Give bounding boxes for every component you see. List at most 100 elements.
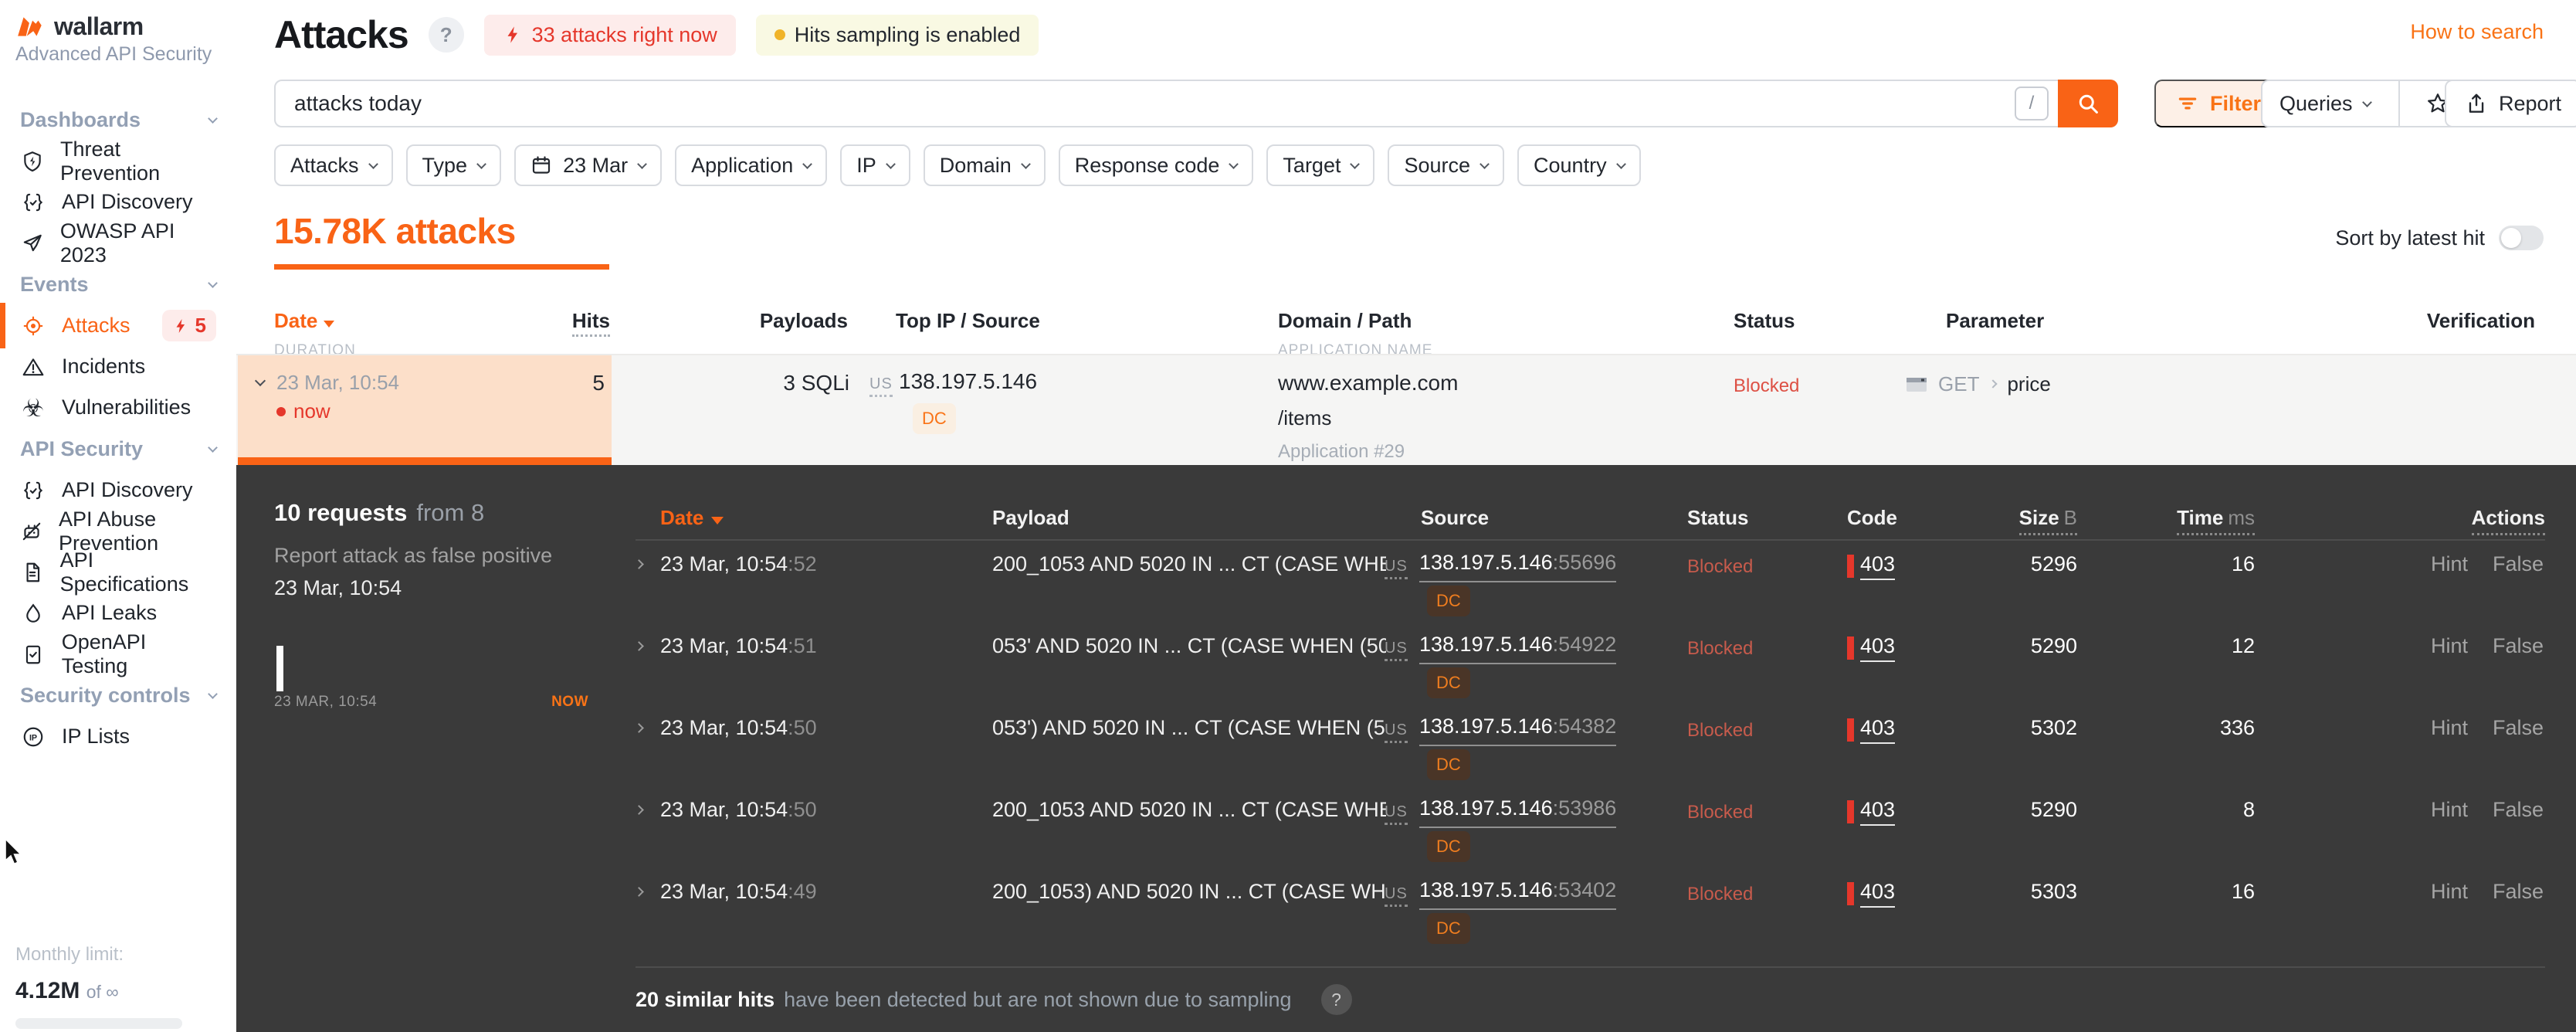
- chevron-down-icon: [1229, 158, 1239, 169]
- hint-action[interactable]: Hint: [2431, 552, 2468, 576]
- expand-chevron-icon[interactable]: [634, 640, 644, 653]
- requests-col-time[interactable]: Time ms: [2154, 506, 2255, 535]
- false-action[interactable]: False: [2493, 552, 2544, 576]
- false-action[interactable]: False: [2493, 716, 2544, 740]
- attack-payloads[interactable]: 3 SQLi: [695, 371, 849, 395]
- request-row[interactable]: 23 Mar, 10:54:51 053' AND 5020 IN ... CT…: [236, 624, 2576, 706]
- request-response-code[interactable]: 403: [1847, 880, 1896, 908]
- chip-attacks[interactable]: Attacks: [274, 144, 393, 186]
- chip-target[interactable]: Target: [1266, 144, 1375, 186]
- attacks-count-badge: 5: [161, 310, 216, 341]
- report-button[interactable]: Report: [2445, 80, 2576, 127]
- section-api-security[interactable]: API Security: [15, 428, 221, 470]
- requests-col-size[interactable]: Size B: [1977, 506, 2077, 535]
- sidebar-item-incidents[interactable]: Incidents: [15, 346, 221, 387]
- false-action[interactable]: False: [2493, 880, 2544, 904]
- request-response-code[interactable]: 403: [1847, 552, 1896, 580]
- wallarm-logo[interactable]: wallarm: [15, 12, 144, 41]
- expand-chevron-icon[interactable]: [634, 885, 644, 899]
- sidebar-item-api-discovery-2[interactable]: API Discovery: [15, 470, 221, 511]
- sidebar-item-api-specifications[interactable]: API Specifications: [15, 548, 221, 596]
- sidebar-item-api-leaks[interactable]: API Leaks: [15, 592, 221, 633]
- datacenter-badge: DC: [1427, 749, 1470, 780]
- request-row[interactable]: 23 Mar, 10:54:50 053') AND 5020 IN ... C…: [236, 706, 2576, 788]
- requests-col-payload: Payload: [992, 506, 1069, 529]
- brand-subtitle: Advanced API Security: [15, 43, 212, 65]
- expand-chevron-icon[interactable]: [634, 558, 644, 572]
- sampling-badge: Hits sampling is enabled: [755, 14, 1039, 56]
- request-response-code[interactable]: 403: [1847, 634, 1896, 662]
- hint-action[interactable]: Hint: [2431, 634, 2468, 658]
- sidebar-item-threat-prevention[interactable]: Threat Prevention: [15, 137, 221, 185]
- request-source-ip[interactable]: 138.197.5.146:54382: [1419, 715, 1617, 746]
- how-to-search-link[interactable]: How to search: [2410, 20, 2544, 44]
- sidebar-item-attacks[interactable]: Attacks 5: [0, 303, 221, 348]
- request-response-code[interactable]: 403: [1847, 798, 1896, 826]
- red-dot-icon: [276, 406, 286, 416]
- request-status: Blocked: [1687, 556, 1754, 577]
- search-button[interactable]: [2058, 80, 2118, 127]
- requests-col-actions[interactable]: Actions: [2445, 506, 2545, 535]
- divider: [636, 539, 2545, 541]
- chevron-down-icon: [208, 442, 218, 453]
- chip-type[interactable]: Type: [405, 144, 502, 186]
- chevron-down-icon: [637, 158, 647, 169]
- attack-status: Blocked: [1734, 375, 1800, 396]
- request-row[interactable]: 23 Mar, 10:54:50 200_1053 AND 5020 IN ..…: [236, 788, 2576, 870]
- braces-check-icon: [20, 191, 46, 214]
- section-security-controls[interactable]: Security controls: [15, 674, 221, 716]
- country-code: US: [1385, 558, 1408, 579]
- chip-country[interactable]: Country: [1517, 144, 1641, 186]
- col-header-date[interactable]: Date DURATION: [274, 309, 356, 359]
- false-action[interactable]: False: [2493, 798, 2544, 822]
- chip-application[interactable]: Application: [675, 144, 828, 186]
- request-row[interactable]: 23 Mar, 10:54:52 200_1053 AND 5020 IN ..…: [236, 542, 2576, 624]
- request-source-ip[interactable]: 138.197.5.146:53402: [1419, 878, 1617, 910]
- col-header-domain-path: Domain / Path APPLICATION NAME: [1278, 309, 1433, 358]
- attack-row[interactable]: 23 Mar, 10:54 now 5 3 SQLi US 138.197.5.…: [236, 354, 2576, 465]
- question-icon[interactable]: ?: [1320, 984, 1352, 1015]
- sidebar-item-vulnerabilities[interactable]: ☣ Vulnerabilities: [15, 387, 221, 428]
- request-source-ip[interactable]: 138.197.5.146:53986: [1419, 796, 1617, 828]
- request-source-ip[interactable]: 138.197.5.146:55696: [1419, 551, 1617, 582]
- chip-ip[interactable]: IP: [840, 144, 910, 186]
- attack-top-ip[interactable]: 138.197.5.146: [899, 369, 1037, 394]
- request-row[interactable]: 23 Mar, 10:54:49 200_1053) AND 5020 IN .…: [236, 870, 2576, 952]
- expand-chevron-icon[interactable]: [634, 721, 644, 735]
- chevron-down-icon: [208, 113, 218, 124]
- hint-action[interactable]: Hint: [2431, 798, 2468, 822]
- monthly-limit-label: Monthly limit:: [15, 944, 124, 965]
- request-payload: 053') AND 5020 IN ... CT (CASE WHEN (50: [992, 716, 1386, 739]
- section-events[interactable]: Events: [15, 263, 221, 305]
- requests-col-date[interactable]: Date: [660, 506, 724, 530]
- col-header-hits[interactable]: Hits: [502, 309, 610, 337]
- col-header-parameter: Parameter: [1946, 309, 2045, 332]
- chevron-right-icon: [1988, 379, 1998, 389]
- hint-action[interactable]: Hint: [2431, 880, 2468, 904]
- search-input[interactable]: [276, 81, 2015, 126]
- request-response-code[interactable]: 403: [1847, 716, 1896, 744]
- attack-domain[interactable]: www.example.com: [1278, 371, 1458, 395]
- hint-action[interactable]: Hint: [2431, 716, 2468, 740]
- sidebar-item-api-discovery[interactable]: API Discovery: [15, 182, 221, 222]
- chip-source[interactable]: Source: [1388, 144, 1505, 186]
- sidebar-item-ip-lists[interactable]: IP IP Lists: [15, 716, 221, 757]
- sidebar-item-openapi-testing[interactable]: OpenAPI Testing: [15, 630, 221, 677]
- chip-date[interactable]: 23 Mar: [514, 144, 663, 186]
- sort-toggle[interactable]: [2499, 226, 2544, 250]
- chip-response-code[interactable]: Response code: [1058, 144, 1254, 186]
- queries-button[interactable]: Queries: [2262, 81, 2388, 126]
- false-action[interactable]: False: [2493, 634, 2544, 658]
- sidebar-nav: Dashboards Threat Prevention API Discove…: [0, 99, 236, 757]
- attack-hits: 5: [592, 371, 605, 395]
- help-icon[interactable]: ?: [428, 17, 464, 53]
- sidebar-item-api-abuse-prevention[interactable]: API Abuse Prevention: [15, 508, 221, 555]
- expand-chevron-icon[interactable]: [634, 803, 644, 817]
- bolt-icon: [176, 318, 185, 333]
- attack-path[interactable]: /items: [1278, 406, 1458, 430]
- chip-domain[interactable]: Domain: [923, 144, 1046, 186]
- yellow-dot-icon: [774, 29, 785, 40]
- sidebar-item-owasp-api-2023[interactable]: OWASP API 2023: [15, 219, 221, 266]
- section-dashboards[interactable]: Dashboards: [15, 99, 221, 141]
- request-source-ip[interactable]: 138.197.5.146:54922: [1419, 633, 1617, 664]
